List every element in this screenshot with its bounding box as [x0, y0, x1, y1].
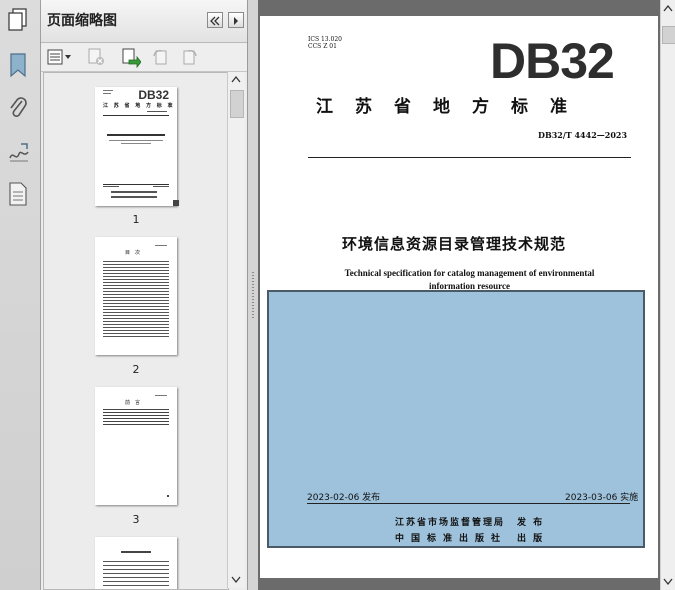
standard-type-title: 江苏省地方标准: [316, 97, 589, 117]
scroll-up-icon[interactable]: [663, 4, 673, 12]
thumb-text-line: [121, 143, 151, 144]
signature-icon[interactable]: [7, 140, 29, 164]
extract-page-icon[interactable]: [121, 48, 142, 69]
collapse-panel-button[interactable]: [207, 12, 223, 28]
expand-panel-button[interactable]: [228, 12, 244, 28]
page-thumbnails-panel: 页面缩略图 DB32 江 苏 省 地 方 标 准 1 目 次 2 前 言 3: [41, 0, 248, 590]
delete-page-icon[interactable]: [87, 48, 105, 66]
thumb-rule: [103, 115, 169, 116]
splitter-grip: [252, 272, 254, 318]
thumb-logo: DB32: [138, 88, 169, 102]
thumb-text-line: [109, 140, 163, 141]
panel-header: 页面缩略图: [41, 0, 247, 43]
thumb-text-line: [103, 186, 119, 187]
panel-splitter[interactable]: [248, 0, 258, 590]
thumb-rule: [103, 184, 169, 185]
thumbnail-options-icon[interactable]: [47, 48, 73, 66]
issuer-publisher-role: 出 版: [517, 534, 545, 544]
thumb-text-line: [111, 191, 157, 193]
thumbnail-scroll-thumb[interactable]: [230, 90, 244, 118]
thumb-heading: 江 苏 省 地 方 标 准: [103, 103, 175, 109]
thumbnail-number: 1: [132, 213, 140, 226]
thumbnail-page-1[interactable]: DB32 江 苏 省 地 方 标 准: [95, 87, 179, 206]
effective-date: 2023-03-06 实施: [565, 493, 639, 503]
thumb-text-line: [155, 245, 167, 246]
selection-overlay: 2023-02-06 发布 2023-03-06 实施 江苏省市场监督管理局 发…: [267, 290, 645, 548]
thumb-corner-marker: [173, 200, 179, 206]
thumb-text-line: [107, 134, 165, 136]
thumb-text-block: [103, 409, 169, 425]
thumb-text-line: [155, 395, 167, 396]
standard-number: DB32/T 4442—2023: [538, 130, 628, 140]
thumb-page-mark: [167, 495, 169, 497]
thumb-text-line: [121, 551, 151, 553]
thumb-text-line: [111, 196, 157, 198]
navigation-rail: [0, 0, 41, 590]
thumb-text-line: [103, 90, 113, 91]
title-en-line-1: Technical specification for catalog mana…: [344, 268, 595, 278]
thumb-text-line: [153, 186, 169, 187]
thumbnail-toolbar: [41, 43, 247, 72]
publish-date: 2023-02-06 发布: [307, 493, 381, 503]
issuer-authority-role: 发 布: [517, 518, 545, 528]
layers-icon[interactable]: [7, 181, 29, 206]
document-view: ICS 13.020 CCS Z 01 DB32 江苏省地方标准 DB32/T …: [258, 0, 660, 590]
panel-title: 页面缩略图: [47, 13, 117, 29]
document-page: ICS 13.020 CCS Z 01 DB32 江苏省地方标准 DB32/T …: [260, 16, 658, 578]
bookmark-icon[interactable]: [7, 52, 29, 78]
ics-code-block: ICS 13.020 CCS Z 01: [308, 36, 342, 50]
thumb-text-line: [147, 111, 167, 112]
scroll-down-icon[interactable]: [231, 576, 241, 584]
thumbnail-number: 2: [132, 363, 140, 376]
ics-code: ICS 13.020: [308, 36, 342, 43]
issuer-authority: 江苏省市场监督管理局: [395, 518, 506, 528]
chevron-right-icon: [234, 17, 238, 25]
ccs-code: CCS Z 01: [308, 43, 337, 50]
thumb-text-line: [103, 93, 111, 94]
scroll-up-icon[interactable]: [231, 75, 241, 83]
thumbnail-list: DB32 江 苏 省 地 方 标 准 1 目 次 2 前 言 3: [43, 72, 229, 590]
thumbnail-scrollbar[interactable]: [227, 72, 245, 588]
thumbnail-page-4[interactable]: [95, 537, 177, 589]
document-scroll-thumb[interactable]: [662, 26, 675, 44]
double-chevron-left-icon: [210, 16, 220, 26]
rotate-right-icon[interactable]: [181, 48, 199, 66]
scroll-down-icon[interactable]: [663, 578, 673, 586]
header-rule: [308, 157, 631, 158]
rotate-left-icon[interactable]: [151, 48, 169, 66]
thumb-heading: 目 次: [125, 250, 141, 256]
thumbnail-page-3[interactable]: 前 言: [95, 387, 177, 505]
document-title-cn: 环境信息资源目录管理技术规范: [342, 235, 567, 253]
issuer-publisher: 中国标准出版社: [395, 534, 508, 544]
standard-logo: DB32: [490, 33, 615, 89]
thumb-text-block: [103, 561, 169, 589]
thumbnail-page-2[interactable]: 目 次: [95, 237, 177, 355]
attachment-icon[interactable]: [7, 95, 29, 119]
pages-icon[interactable]: [7, 8, 29, 32]
thumb-heading: 前 言: [125, 400, 141, 406]
footer-rule: [307, 503, 630, 504]
document-scrollbar[interactable]: [660, 0, 675, 590]
thumbnail-number: 3: [132, 513, 140, 526]
thumb-toc-lines: [103, 261, 169, 339]
